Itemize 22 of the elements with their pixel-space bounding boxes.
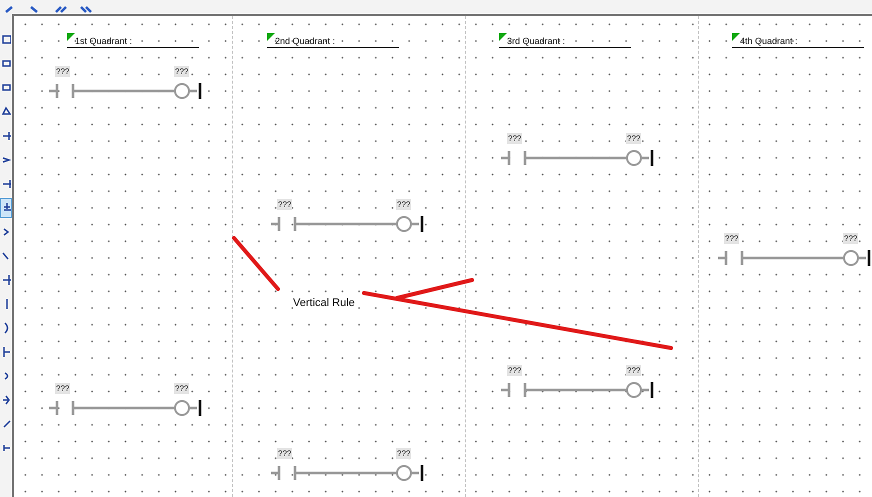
coil-label: ??? bbox=[396, 448, 412, 459]
coil-label: ??? bbox=[174, 383, 190, 394]
contact-label: ??? bbox=[55, 66, 70, 77]
flag-icon bbox=[499, 33, 507, 41]
contact-label: ??? bbox=[724, 233, 740, 244]
tool-button[interactable] bbox=[0, 198, 12, 218]
coil-label: ??? bbox=[626, 133, 642, 144]
tool-icon bbox=[1, 344, 11, 360]
annotation-text: Vertical Rule bbox=[293, 297, 355, 309]
flag-icon bbox=[732, 33, 740, 41]
contact-label: ??? bbox=[507, 365, 522, 376]
coil-label: ??? bbox=[396, 199, 412, 210]
contact-label: ??? bbox=[277, 448, 292, 459]
contact-label: ??? bbox=[507, 133, 522, 144]
contact-label: ??? bbox=[277, 199, 292, 210]
coil-label: ??? bbox=[174, 66, 190, 77]
coil-label: ??? bbox=[843, 233, 858, 244]
coil-label: ??? bbox=[626, 365, 642, 376]
flag-icon bbox=[267, 33, 275, 41]
tool-icon bbox=[1, 272, 11, 288]
contact-label: ??? bbox=[55, 383, 70, 394]
flag-icon bbox=[67, 33, 75, 41]
